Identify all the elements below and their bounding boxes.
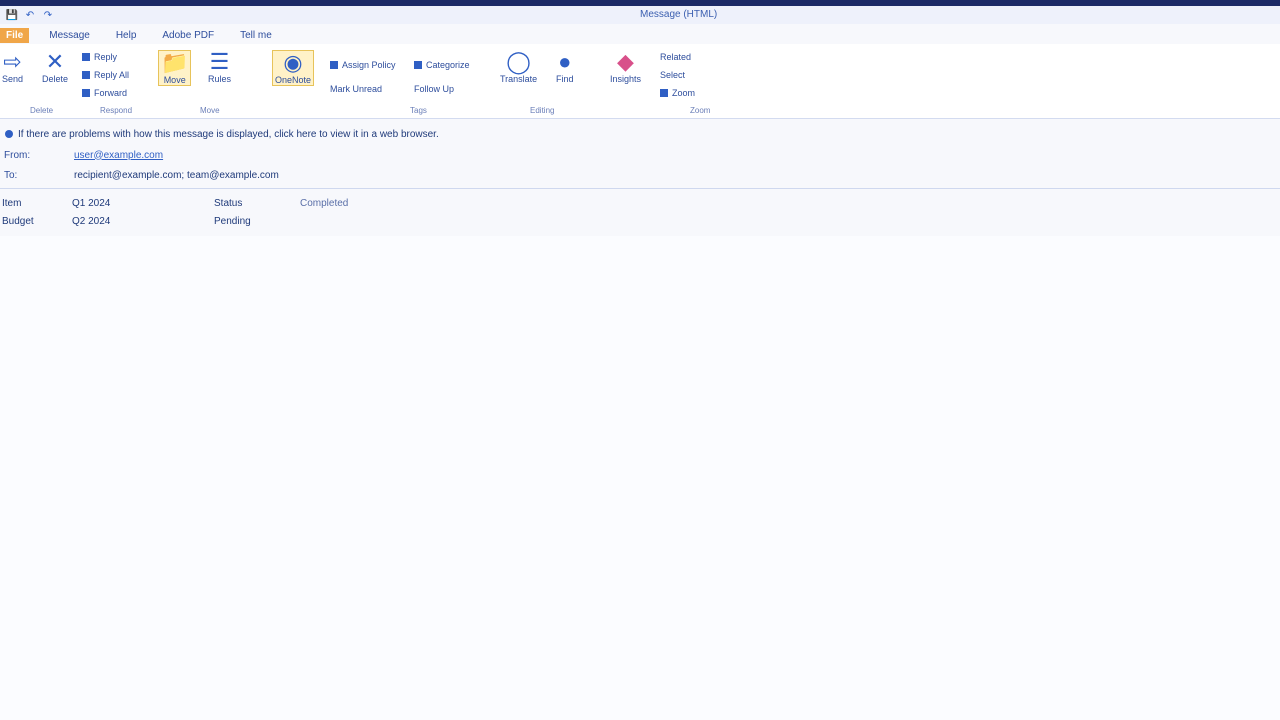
ribbon: ⇨ Send ✕ Delete Reply Reply All Forward … [0, 44, 1280, 119]
reply-icon [82, 53, 90, 61]
find-icon: ● [558, 49, 572, 74]
table-cell: Item [2, 197, 22, 209]
zoom-icon [660, 89, 668, 97]
info-message-text: If there are problems with how this mess… [18, 128, 439, 140]
table-cell: Completed [300, 197, 349, 209]
table-cell: Q2 2024 [72, 215, 111, 227]
group-zoom: Zoom [690, 106, 711, 115]
save-icon[interactable]: 💾 [6, 9, 18, 21]
table-cell: Status [214, 197, 243, 209]
categorize-button[interactable]: Categorize [414, 60, 470, 70]
delete-icon: ✕ [45, 49, 65, 74]
move-icon: 📁 [161, 50, 189, 75]
info-icon [5, 130, 13, 138]
policy-icon [330, 61, 338, 69]
message-body[interactable] [0, 236, 1280, 720]
forward-button[interactable]: Forward [82, 88, 127, 98]
zoom-button[interactable]: Zoom [660, 88, 695, 98]
delete-button[interactable]: ✕ Delete [42, 49, 68, 85]
from-label: From: [4, 149, 31, 161]
undo-icon[interactable]: ↶ [24, 9, 36, 21]
reply-button[interactable]: Reply [82, 52, 117, 62]
table-cell: Budget [2, 215, 34, 227]
tab-help[interactable]: Help [110, 28, 143, 43]
group-move: Move [200, 106, 220, 115]
related-button[interactable]: Related [660, 52, 691, 62]
tab-file[interactable]: File [0, 27, 30, 43]
from-value[interactable]: user@example.com [74, 150, 163, 161]
title-bar: 💾 ↶ ↷ Message (HTML) [0, 6, 1280, 24]
send-icon: ⇨ [3, 49, 22, 74]
info-message-bar[interactable]: If there are problems with how this mess… [0, 126, 1280, 142]
insights-button[interactable]: ◆ Insights [610, 49, 641, 85]
to-value[interactable]: recipient@example.com; team@example.com [74, 170, 279, 181]
translate-button[interactable]: ◯ Translate [500, 49, 537, 85]
rules-icon: ☰ [209, 49, 230, 74]
table-cell: Pending [214, 215, 251, 227]
group-respond: Respond [100, 106, 133, 115]
reply-all-button[interactable]: Reply All [82, 70, 129, 80]
find-button[interactable]: ● Find [556, 49, 574, 85]
header-divider [0, 188, 1280, 189]
to-row: To: recipient@example.com; team@example.… [0, 166, 1280, 184]
assign-policy-button[interactable]: Assign Policy [330, 60, 396, 70]
table-row: Item Q1 2024 Status Completed [0, 194, 1280, 212]
window-title: Message (HTML) [640, 9, 718, 20]
forward-icon [82, 89, 90, 97]
onenote-button[interactable]: ◉ OneNote [272, 50, 315, 86]
reply-all-icon [82, 71, 90, 79]
to-label: To: [4, 169, 18, 181]
categorize-icon [414, 61, 422, 69]
from-row: From: user@example.com [0, 146, 1280, 164]
onenote-icon: ◉ [283, 50, 303, 75]
mark-unread-button[interactable]: Mark Unread [330, 84, 382, 94]
table-row: Budget Q2 2024 Pending [0, 212, 1280, 230]
ribbon-tabs: File Message Help Adobe PDF Tell me [0, 26, 1280, 44]
insights-icon: ◆ [617, 49, 634, 74]
follow-up-button[interactable]: Follow Up [414, 84, 454, 94]
table-cell: Q1 2024 [72, 197, 111, 209]
translate-icon: ◯ [506, 49, 531, 74]
tab-adobe-pdf[interactable]: Adobe PDF [156, 28, 220, 43]
tab-message[interactable]: Message [43, 28, 96, 43]
send-button[interactable]: ⇨ Send [2, 49, 23, 85]
group-tags: Tags [410, 106, 427, 115]
tab-tell-me[interactable]: Tell me [234, 28, 278, 43]
move-button[interactable]: 📁 Move [158, 50, 192, 86]
group-delete: Delete [30, 106, 54, 115]
group-editing: Editing [530, 106, 555, 115]
select-button[interactable]: Select [660, 70, 685, 80]
redo-icon[interactable]: ↷ [42, 9, 54, 21]
rules-button[interactable]: ☰ Rules [208, 49, 231, 85]
